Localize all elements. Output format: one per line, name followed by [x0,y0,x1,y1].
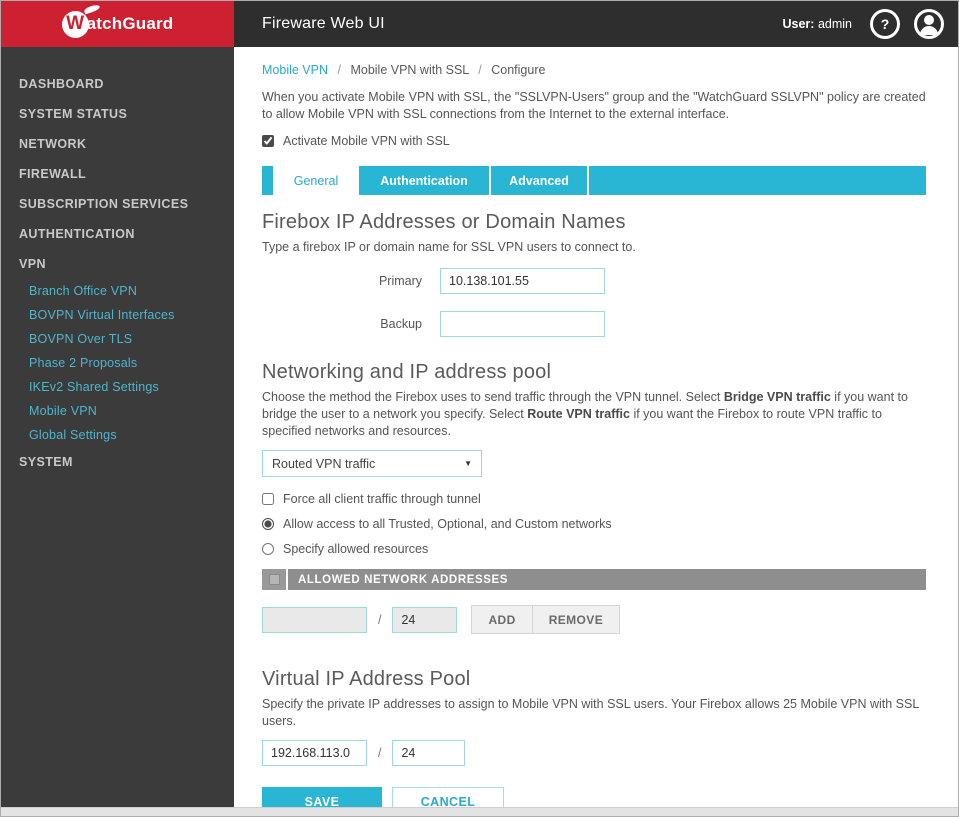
allow-access-row: Allow access to all Trusted, Optional, a… [262,514,926,534]
add-button[interactable]: ADD [471,605,533,634]
backup-ip-input[interactable] [440,311,605,337]
allowed-network-mask-input[interactable] [392,606,458,633]
traffic-method-value: Routed VPN traffic [272,456,376,471]
tabbar-left-spacer [262,166,273,195]
breadcrumb-configure: Configure [491,63,546,77]
breadcrumb-mobile-vpn-link[interactable]: Mobile VPN [262,63,328,77]
networking-description: Choose the method the Firebox uses to se… [262,390,908,438]
logged-in-user: User: admin [783,17,853,31]
sidebar-item-bovpn-virtual-interfaces[interactable]: BOVPN Virtual Interfaces [1,303,234,327]
virtual-pool-input-row: / [262,740,926,766]
bottom-scroll-strip [1,807,958,816]
firebox-section-subtitle: Type a firebox IP or domain name for SSL… [262,240,636,254]
sidebar-item-vpn[interactable]: VPN [1,249,234,279]
primary-label: Primary [378,274,422,288]
sidebar-item-system-status[interactable]: SYSTEM STATUS [1,99,234,129]
force-traffic-checkbox[interactable] [262,493,274,505]
account-avatar-icon[interactable] [914,9,944,39]
traffic-method-select[interactable]: Routed VPN traffic ▼ [262,450,482,477]
virtual-pool-mask-input[interactable] [392,740,466,766]
allow-access-radio[interactable] [262,518,274,530]
allowed-network-input-row: / ADD REMOVE [262,605,926,634]
sidebar-nav: DASHBOARD SYSTEM STATUS NETWORK FIREWALL… [1,47,234,807]
primary-ip-input[interactable] [440,268,605,294]
sidebar-item-mobile-vpn[interactable]: Mobile VPN [1,399,234,423]
help-icon[interactable]: ? [870,9,900,39]
sidebar-item-ikev2-shared-settings[interactable]: IKEv2 Shared Settings [1,375,234,399]
specify-resources-label: Specify allowed resources [283,542,429,556]
tab-general[interactable]: General [273,166,359,195]
firebox-section-title: Firebox IP Addresses or Domain Names [262,211,626,233]
sidebar-item-global-settings[interactable]: Global Settings [1,423,234,447]
backup-row: Backup [262,311,926,337]
specify-resources-radio[interactable] [262,543,274,555]
virtual-pool-description: Specify the private IP addresses to assi… [262,697,919,728]
activate-checkbox-label: Activate Mobile VPN with SSL [283,134,450,148]
intro-description: When you activate Mobile VPN with SSL, t… [262,90,926,121]
allowed-addresses-table-header: ALLOWED NETWORK ADDRESSES [262,569,926,590]
sidebar-item-system[interactable]: SYSTEM [1,447,234,477]
force-traffic-row: Force all client traffic through tunnel [262,489,926,509]
sidebar-item-subscription-services[interactable]: SUBSCRIPTION SERVICES [1,189,234,219]
allow-access-label: Allow access to all Trusted, Optional, a… [283,517,612,531]
fireware-web-ui-page: W atchGuard Fireware Web UI User: admin … [0,0,959,817]
sidebar-item-firewall[interactable]: FIREWALL [1,159,234,189]
breadcrumb: Mobile VPN / Mobile VPN with SSL / Confi… [262,63,546,77]
user-name: admin [817,17,852,31]
user-label: User: [782,17,815,31]
save-button[interactable]: SAVE [262,787,382,807]
virtual-pool-ip-input[interactable] [262,740,367,766]
sidebar-item-bovpn-over-tls[interactable]: BOVPN Over TLS [1,327,234,351]
watchguard-logo: W atchGuard [1,1,234,47]
main-content: Mobile VPN / Mobile VPN with SSL / Confi… [234,47,958,807]
sidebar-item-dashboard[interactable]: DASHBOARD [1,69,234,99]
app-title: Fireware Web UI [262,15,385,32]
tab-bar: General Authentication Advanced [262,166,926,195]
tabbar-filler [589,166,926,195]
logo-swoosh-icon [83,3,101,14]
networking-section-title: Networking and IP address pool [262,361,552,383]
cancel-button[interactable]: CANCEL [392,787,504,807]
sidebar-item-authentication[interactable]: AUTHENTICATION [1,219,234,249]
remove-button[interactable]: REMOVE [531,605,621,634]
allowed-addresses-header-label: ALLOWED NETWORK ADDRESSES [288,569,926,590]
select-all-checkbox[interactable] [268,574,280,585]
sidebar-item-network[interactable]: NETWORK [1,129,234,159]
top-header-bar: W atchGuard Fireware Web UI User: admin … [1,1,958,47]
logo-brand-text: atchGuard [86,14,174,33]
chevron-down-icon: ▼ [464,459,472,468]
tab-authentication[interactable]: Authentication [359,166,489,195]
allowed-network-input[interactable] [262,606,367,633]
virtual-pool-section-title: Virtual IP Address Pool [262,668,471,690]
specify-resources-row: Specify allowed resources [262,539,926,559]
backup-label: Backup [380,317,422,331]
primary-row: Primary [262,268,926,294]
activate-checkbox-row: Activate Mobile VPN with SSL [262,134,926,148]
tab-advanced[interactable]: Advanced [491,166,587,195]
sidebar-item-branch-office-vpn[interactable]: Branch Office VPN [1,279,234,303]
form-actions: SAVE CANCEL [262,787,926,807]
select-all-cell [262,569,286,590]
activate-mobile-vpn-checkbox[interactable] [262,135,274,147]
force-traffic-label: Force all client traffic through tunnel [283,492,481,506]
sidebar-item-phase-2-proposals[interactable]: Phase 2 Proposals [1,351,234,375]
breadcrumb-mobile-vpn-with-ssl: Mobile VPN with SSL [350,63,469,77]
